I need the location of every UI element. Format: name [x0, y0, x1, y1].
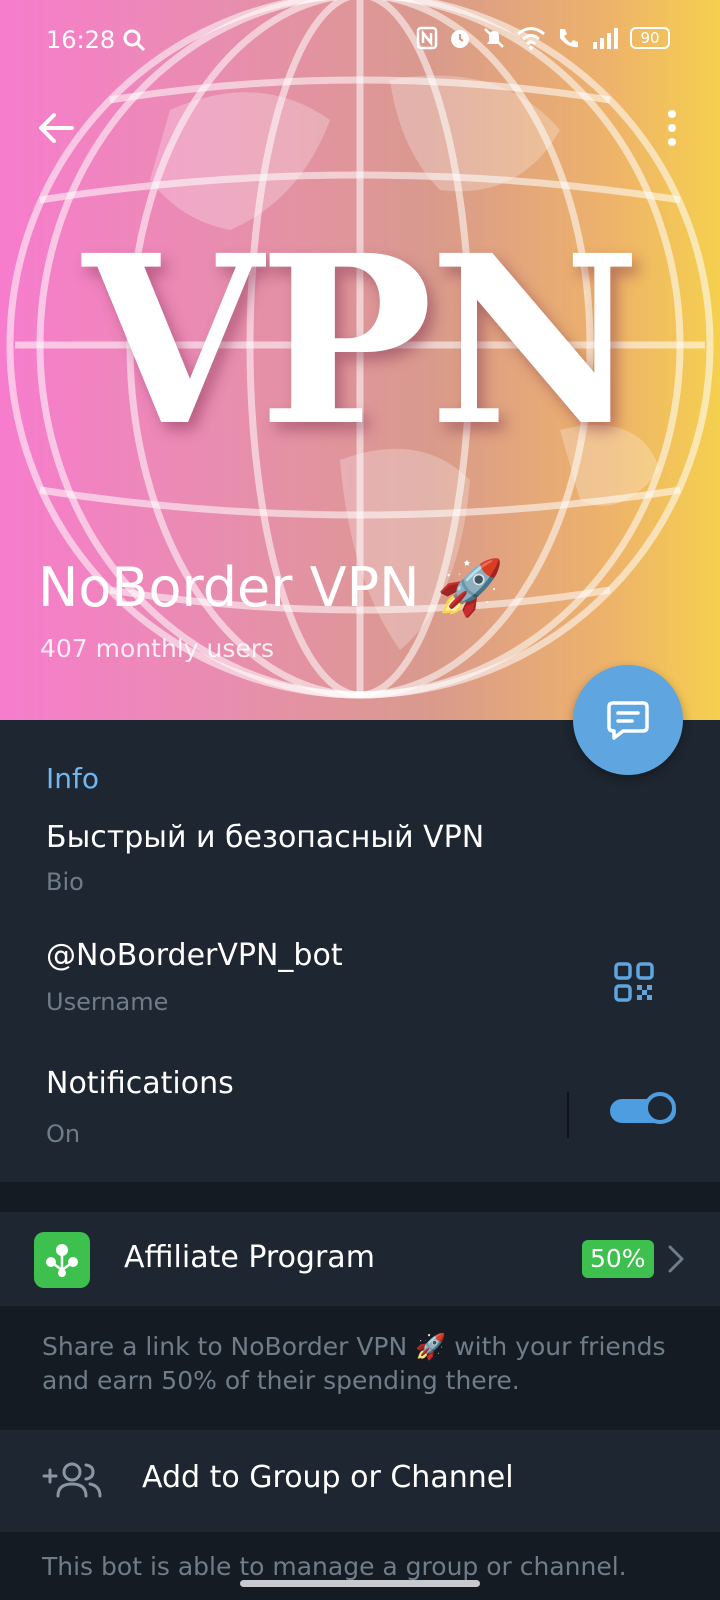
affiliate-description: Share a link to NoBorder VPN 🚀 with your…: [42, 1332, 666, 1395]
username-value[interactable]: @NoBorderVPN_bot: [46, 938, 343, 973]
status-bar: 16:28 90: [0, 0, 720, 84]
toggle-knob: [644, 1092, 676, 1124]
alarm-icon: [451, 30, 469, 48]
notifications-toggle[interactable]: [610, 1092, 676, 1126]
add-to-group-row[interactable]: Add to Group or Channel: [0, 1430, 720, 1532]
affiliate-label: Affiliate Program: [124, 1240, 375, 1275]
affiliate-program-row[interactable]: Affiliate Program 50%: [0, 1212, 720, 1306]
message-icon: [607, 701, 649, 740]
wifi-call-icon: [560, 29, 578, 48]
affiliate-percent-badge: 50%: [582, 1240, 654, 1278]
notifications-label: Notifications: [46, 1066, 234, 1101]
wifi-icon: [517, 27, 545, 50]
section-divider: [0, 1182, 720, 1212]
add-to-group-label: Add to Group or Channel: [142, 1460, 514, 1495]
chevron-right-icon: [668, 1245, 684, 1273]
status-time: 16:28: [46, 26, 116, 54]
notifications-divider: [567, 1092, 569, 1138]
affiliate-description-block: Share a link to NoBorder VPN 🚀 with your…: [0, 1306, 720, 1430]
nfc-icon: [416, 26, 438, 50]
mute-bell-icon: [484, 28, 504, 48]
status-icons: 90: [416, 26, 670, 50]
battery-indicator: 90: [630, 27, 670, 49]
add-user-icon: [42, 1462, 102, 1498]
profile-hero-image: VPN 16:28 90 NoBorder VPN 🚀 407 monthly …: [0, 0, 720, 720]
bio-label: Bio: [46, 868, 84, 896]
search-icon: [123, 29, 146, 52]
bio-value[interactable]: Быстрый и безопасный VPN: [46, 820, 484, 855]
home-indicator[interactable]: [240, 1580, 480, 1587]
notifications-state: On: [46, 1120, 81, 1148]
send-message-button[interactable]: [573, 665, 683, 775]
info-section: Info Быстрый и безопасный VPN Bio @NoBor…: [0, 720, 720, 1182]
info-section-title: Info: [46, 762, 99, 795]
signal-icon: [593, 28, 618, 49]
monthly-users: 407 monthly users: [40, 634, 275, 663]
qr-code-icon[interactable]: [614, 962, 654, 1002]
more-options-icon[interactable]: [660, 108, 684, 148]
username-label: Username: [46, 988, 169, 1016]
add-group-description-block: This bot is able to manage a group or ch…: [0, 1532, 720, 1600]
back-arrow-icon[interactable]: [36, 108, 76, 148]
affiliate-network-icon: [34, 1232, 90, 1288]
add-group-description: This bot is able to manage a group or ch…: [42, 1552, 627, 1581]
vpn-logo-text: VPN: [82, 204, 642, 477]
bot-name: NoBorder VPN 🚀: [38, 556, 504, 619]
